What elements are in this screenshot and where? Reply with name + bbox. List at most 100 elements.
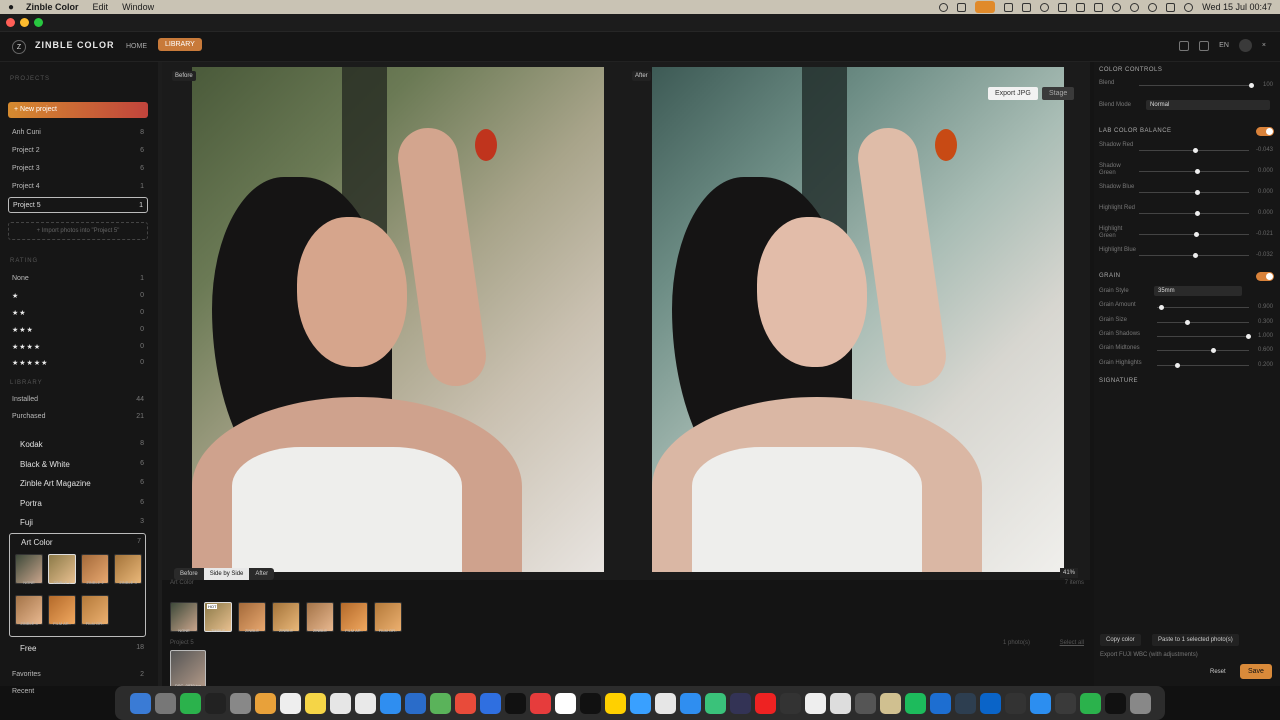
finder-icon[interactable] [129,692,151,714]
preset-thumb[interactable]: ZINBLE 2 [81,554,109,585]
save-button[interactable]: Save [1240,664,1272,679]
collection-item[interactable]: Fuji 3 [20,518,144,527]
zinble-icon[interactable] [1104,692,1126,714]
record-icon[interactable] [939,2,949,12]
project-item[interactable]: Project 4 1 [12,183,144,190]
chrome2-icon[interactable] [804,692,826,714]
menu-edit[interactable]: Edit [93,2,109,12]
slider-track[interactable] [1157,322,1249,323]
slider-knob[interactable] [1249,83,1254,88]
view-side-by-side[interactable]: Side by Side [203,568,250,580]
highlight-blue-slider[interactable]: Highlight Blue -0.032 [1099,247,1275,267]
chrome3-icon[interactable] [1079,692,1101,714]
filmstrip-preset[interactable]: ZINBLE [272,602,300,633]
chrome-icon[interactable] [354,692,376,714]
project-item[interactable]: Project 3 6 [12,165,144,172]
rating-item[interactable]: None 1 [12,275,144,282]
grain-toggle[interactable] [1256,272,1274,281]
slider-knob[interactable] [1175,363,1180,368]
menu-app-name[interactable]: Zinble Color [26,2,79,12]
close-window-button[interactable] [6,18,15,27]
apple-icon[interactable]: ● [8,2,14,13]
project-photo-thumb[interactable]: DSC_0839.jpg [170,650,206,690]
quicktime-icon[interactable] [1054,692,1076,714]
grain-highlights-slider[interactable]: Grain Highlights 0.200 [1099,360,1275,372]
app9-icon[interactable] [954,692,976,714]
sparkle-icon[interactable] [957,2,967,12]
resolve-icon[interactable] [729,692,751,714]
rating-item[interactable]: ★★★★★ 0 [12,359,144,367]
safari-icon[interactable] [679,692,701,714]
tiktok-icon[interactable] [504,692,526,714]
zoom-level[interactable]: 41% [1060,568,1079,578]
shadow-blue-slider[interactable]: Shadow Blue 0.000 [1099,184,1275,204]
paste-button[interactable]: Paste to 1 selected photo(s) [1152,634,1239,646]
import-photos-button[interactable]: + Import photos into "Project 5" [8,222,148,240]
slider-track[interactable] [1139,192,1249,193]
nav-home[interactable]: HOME [120,40,153,53]
slider-track[interactable] [1139,85,1249,86]
trash-icon[interactable] [1129,692,1151,714]
filmstrip-preset[interactable]: ZINBLE [306,602,334,633]
after-photo[interactable] [652,67,1064,572]
rating-item[interactable]: ★ 0 [12,292,144,300]
grain-section-title[interactable]: GRAIN [1099,273,1121,279]
play-icon[interactable] [1112,2,1122,12]
library-item[interactable]: Installed 44 [12,396,144,403]
preset-thumb[interactable]: NONE [15,554,43,585]
slider-track[interactable] [1139,213,1249,214]
preset-thumb[interactable]: ZINBLE 4 [15,595,43,626]
select-all-link[interactable]: Select all [1060,640,1084,646]
reset-button[interactable]: Reset [1204,666,1232,678]
preset-thumb[interactable]: ZINBLE 3 [114,554,142,585]
vi-icon[interactable] [1094,2,1104,12]
collection-item[interactable]: Portra 6 [20,499,144,508]
bell-icon[interactable] [1179,40,1190,51]
preview-icon[interactable] [1029,692,1051,714]
project-item-active[interactable]: Project 5 1 [8,197,148,213]
slider-knob[interactable] [1159,305,1164,310]
filmstrip-preset[interactable]: FILM AR.. [340,602,368,633]
lab-toggle[interactable] [1256,127,1274,136]
shadow-red-slider[interactable]: Shadow Red -0.043 [1099,142,1275,162]
highlight-green-slider[interactable]: Highlight Green -0.021 [1099,226,1275,246]
numbers-icon[interactable] [704,692,726,714]
slider-knob[interactable] [1195,190,1200,195]
view-before[interactable]: Before [174,568,204,580]
siri-icon[interactable] [1184,2,1194,12]
highlight-red-slider[interactable]: Highlight Red 0.000 [1099,205,1275,225]
avatar[interactable] [1238,39,1252,52]
new-project-button[interactable]: + New project [8,102,148,118]
wifi-icon[interactable] [1130,2,1140,12]
rating-item[interactable]: ★★★ 0 [12,326,144,334]
project-item[interactable]: Anh Cuni 8 [12,129,144,136]
app6-icon[interactable] [854,692,876,714]
slider-knob[interactable] [1193,148,1198,153]
filmstrip-preset[interactable]: HOT ZINBLE [204,602,232,633]
slider-knob[interactable] [1195,211,1200,216]
slider-knob[interactable] [1211,348,1216,353]
filmstrip-preset[interactable]: ZINBLE [238,602,266,633]
grain-size-slider[interactable]: Grain Size 0.300 [1099,317,1275,329]
photos-icon[interactable] [254,692,276,714]
bluetooth-icon[interactable] [1058,2,1068,12]
project-item[interactable]: Project 2 6 [12,147,144,154]
collection-item[interactable]: Kodak 8 [20,440,144,449]
filmstrip-preset[interactable]: FILM OR.. [374,602,402,633]
wechat-icon[interactable] [179,692,201,714]
clock[interactable]: Wed 15 Jul 00:47 [1202,2,1272,12]
signature-section-title[interactable]: SIGNATURE [1099,378,1138,384]
collection-item[interactable]: Free 18 [20,644,144,653]
brush-icon[interactable] [779,692,801,714]
app8-icon[interactable] [904,692,926,714]
rating-item[interactable]: ★★ 0 [12,309,144,317]
shadow-green-slider[interactable]: Shadow Green 0.000 [1099,163,1275,183]
slider-knob[interactable] [1193,253,1198,258]
filmstrip-preset[interactable]: NONE [170,602,198,633]
stage-button[interactable]: Stage [1042,87,1075,100]
grain-shadows-slider[interactable]: Grain Shadows 1.000 [1099,331,1275,343]
zoom-window-button[interactable] [34,18,43,27]
nav-library[interactable]: LIBRARY [158,38,202,51]
app10-icon[interactable] [1004,692,1026,714]
photoshop-icon[interactable] [929,692,951,714]
